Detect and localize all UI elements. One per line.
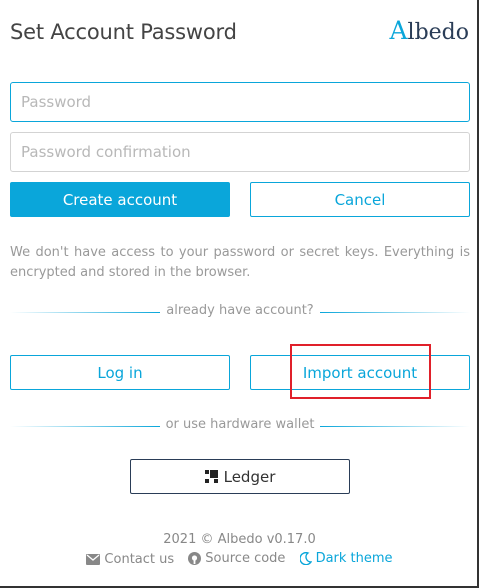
mail-icon <box>86 554 101 565</box>
header: Set Account Password Albedo <box>10 16 469 58</box>
create-account-button[interactable]: Create account <box>10 182 230 217</box>
divider-line <box>320 312 470 313</box>
footer-links: Contact us Source code Dark theme <box>0 551 479 569</box>
import-account-button[interactable]: Import account <box>250 355 470 390</box>
hardware-wallet-divider: or use hardware wallet <box>10 416 470 436</box>
security-info-text: We don't have access to your password or… <box>10 245 470 280</box>
albedo-logo: Albedo <box>389 16 469 45</box>
already-have-account-divider: already have account? <box>10 302 470 322</box>
divider-line <box>320 426 470 427</box>
password-confirmation-field[interactable] <box>10 132 470 172</box>
contact-us-link[interactable]: Contact us <box>86 552 174 567</box>
cancel-button[interactable]: Cancel <box>250 182 470 217</box>
page-title: Set Account Password <box>10 20 237 44</box>
copyright-text: 2021 © Albedo v0.17.0 <box>163 532 316 547</box>
ledger-label: Ledger <box>223 467 276 486</box>
divider-label: or use hardware wallet <box>165 417 315 432</box>
password-field[interactable] <box>10 82 470 122</box>
source-code-link[interactable]: Source code <box>188 551 285 566</box>
dark-theme-toggle[interactable]: Dark theme <box>299 551 393 566</box>
ledger-icon <box>204 470 218 483</box>
divider-label: already have account? <box>166 303 314 318</box>
ledger-button[interactable]: Ledger <box>130 459 350 494</box>
github-icon <box>188 552 202 565</box>
moon-icon <box>299 552 312 565</box>
login-button[interactable]: Log in <box>10 355 230 390</box>
